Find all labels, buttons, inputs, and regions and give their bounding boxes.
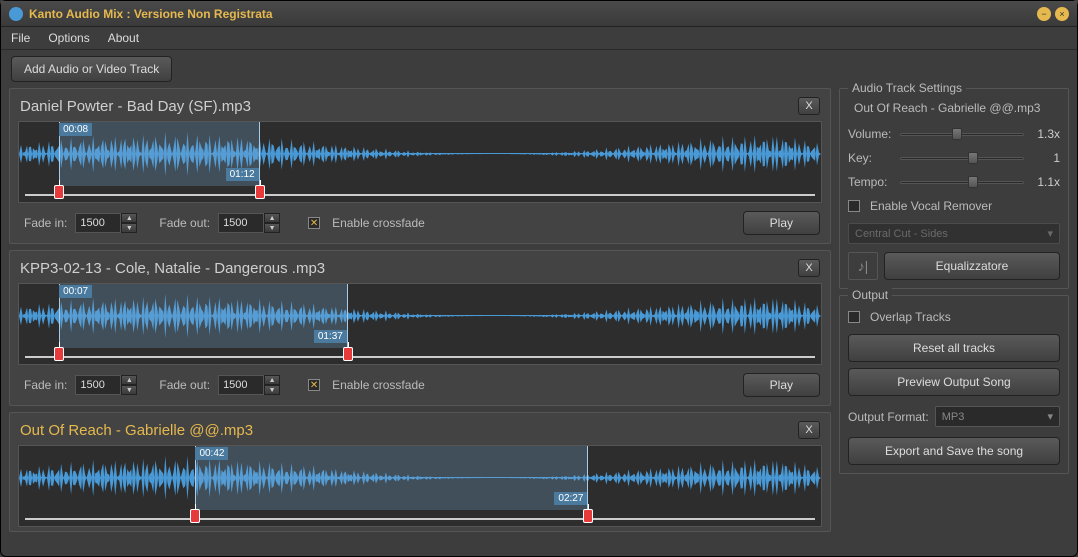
track-list[interactable]: Daniel Powter - Bad Day (SF).mp3 X 00:08 01… bbox=[9, 88, 831, 545]
fade-out-label: Fade out: bbox=[159, 216, 210, 230]
key-slider[interactable] bbox=[900, 151, 1024, 165]
close-window-button[interactable]: × bbox=[1055, 7, 1069, 21]
audio-settings-panel: Audio Track Settings Out Of Reach - Gabr… bbox=[839, 88, 1069, 289]
selection-end-handle[interactable] bbox=[583, 509, 593, 523]
track-item[interactable]: Daniel Powter - Bad Day (SF).mp3 X 00:08 01… bbox=[9, 88, 831, 244]
overlap-label: Overlap Tracks bbox=[870, 310, 951, 324]
track-close-button[interactable]: X bbox=[798, 259, 820, 277]
selection-end-label: 01:37 bbox=[314, 330, 347, 343]
spin-up-icon[interactable]: ▲ bbox=[121, 375, 137, 385]
selection-start-handle[interactable] bbox=[54, 185, 64, 199]
menu-file[interactable]: File bbox=[11, 31, 30, 45]
vocal-remover-checkbox[interactable] bbox=[848, 200, 860, 212]
selection-start-handle[interactable] bbox=[190, 509, 200, 523]
fade-in-input[interactable]: ▲▼ bbox=[75, 375, 137, 395]
spin-down-icon[interactable]: ▼ bbox=[264, 223, 280, 233]
format-dropdown[interactable]: MP3▾ bbox=[935, 406, 1060, 427]
key-label: Key: bbox=[848, 151, 894, 165]
export-button[interactable]: Export and Save the song bbox=[848, 437, 1060, 465]
fade-out-label: Fade out: bbox=[159, 378, 210, 392]
minimize-button[interactable]: − bbox=[1037, 7, 1051, 21]
menu-about[interactable]: About bbox=[108, 31, 139, 45]
spin-up-icon[interactable]: ▲ bbox=[121, 213, 137, 223]
spin-down-icon[interactable]: ▼ bbox=[121, 385, 137, 395]
menubar: File Options About bbox=[1, 27, 1077, 50]
volume-value: 1.3x bbox=[1030, 127, 1060, 141]
track-title: Out Of Reach - Gabrielle @@.mp3 bbox=[20, 422, 253, 439]
waveform[interactable]: 00:42 02:27 bbox=[18, 445, 822, 527]
preview-button[interactable]: Preview Output Song bbox=[848, 368, 1060, 396]
reset-button[interactable]: Reset all tracks bbox=[848, 334, 1060, 362]
fade-in-input[interactable]: ▲▼ bbox=[75, 213, 137, 233]
selection-end-handle[interactable] bbox=[343, 347, 353, 361]
spin-down-icon[interactable]: ▼ bbox=[121, 223, 137, 233]
selection-start-label: 00:42 bbox=[195, 447, 228, 460]
selection-end-label: 02:27 bbox=[554, 492, 587, 505]
crossfade-checkbox[interactable]: ✕ bbox=[308, 217, 320, 229]
selection-start-label: 00:08 bbox=[59, 123, 92, 136]
fade-out-input[interactable]: ▲▼ bbox=[218, 375, 280, 395]
vocal-mode-dropdown[interactable]: Central Cut - Sides▾ bbox=[848, 223, 1060, 244]
play-button[interactable]: Play bbox=[743, 373, 820, 397]
equalizer-icon: ♪| bbox=[848, 252, 878, 280]
tempo-slider[interactable] bbox=[900, 175, 1024, 189]
output-panel: Output Overlap Tracks Reset all tracks P… bbox=[839, 295, 1069, 474]
window-title: Kanto Audio Mix : Versione Non Registrat… bbox=[29, 7, 273, 21]
track-title: KPP3-02-13 - Cole, Natalie - Dangerous .… bbox=[20, 260, 325, 277]
crossfade-label: Enable crossfade bbox=[332, 216, 425, 230]
crossfade-checkbox[interactable]: ✕ bbox=[308, 379, 320, 391]
waveform[interactable]: 00:07 01:37 bbox=[18, 283, 822, 365]
selection-start-label: 00:07 bbox=[59, 285, 92, 298]
selection-end-label: 01:12 bbox=[226, 168, 259, 181]
volume-label: Volume: bbox=[848, 127, 894, 141]
fade-out-input[interactable]: ▲▼ bbox=[218, 213, 280, 233]
app-logo bbox=[9, 7, 23, 21]
track-title: Daniel Powter - Bad Day (SF).mp3 bbox=[20, 98, 251, 115]
track-item[interactable]: KPP3-02-13 - Cole, Natalie - Dangerous .… bbox=[9, 250, 831, 406]
spin-down-icon[interactable]: ▼ bbox=[264, 385, 280, 395]
tempo-label: Tempo: bbox=[848, 175, 894, 189]
selection-start-handle[interactable] bbox=[54, 347, 64, 361]
selection-end-handle[interactable] bbox=[255, 185, 265, 199]
chevron-down-icon: ▾ bbox=[1047, 410, 1053, 423]
spin-up-icon[interactable]: ▲ bbox=[264, 375, 280, 385]
tempo-value: 1.1x bbox=[1030, 175, 1060, 189]
crossfade-label: Enable crossfade bbox=[332, 378, 425, 392]
fade-in-label: Fade in: bbox=[24, 216, 67, 230]
sidebar: Audio Track Settings Out Of Reach - Gabr… bbox=[839, 88, 1069, 545]
track-close-button[interactable]: X bbox=[798, 97, 820, 115]
overlap-checkbox[interactable] bbox=[848, 311, 860, 323]
menu-options[interactable]: Options bbox=[48, 31, 89, 45]
settings-track-file: Out Of Reach - Gabrielle @@.mp3 bbox=[848, 97, 1060, 117]
output-panel-title: Output bbox=[848, 288, 892, 302]
titlebar: Kanto Audio Mix : Versione Non Registrat… bbox=[1, 1, 1077, 27]
waveform[interactable]: 00:08 01:12 bbox=[18, 121, 822, 203]
spin-up-icon[interactable]: ▲ bbox=[264, 213, 280, 223]
add-track-button[interactable]: Add Audio or Video Track bbox=[11, 56, 172, 82]
play-button[interactable]: Play bbox=[743, 211, 820, 235]
audio-settings-title: Audio Track Settings bbox=[848, 81, 966, 95]
track-close-button[interactable]: X bbox=[798, 421, 820, 439]
vocal-remover-label: Enable Vocal Remover bbox=[870, 199, 992, 213]
key-value: 1 bbox=[1030, 151, 1060, 165]
volume-slider[interactable] bbox=[900, 127, 1024, 141]
track-item[interactable]: Out Of Reach - Gabrielle @@.mp3 X 00:42 02:… bbox=[9, 412, 831, 532]
equalizer-button[interactable]: Equalizzatore bbox=[884, 252, 1060, 280]
format-label: Output Format: bbox=[848, 410, 929, 424]
chevron-down-icon: ▾ bbox=[1047, 227, 1053, 240]
fade-in-label: Fade in: bbox=[24, 378, 67, 392]
